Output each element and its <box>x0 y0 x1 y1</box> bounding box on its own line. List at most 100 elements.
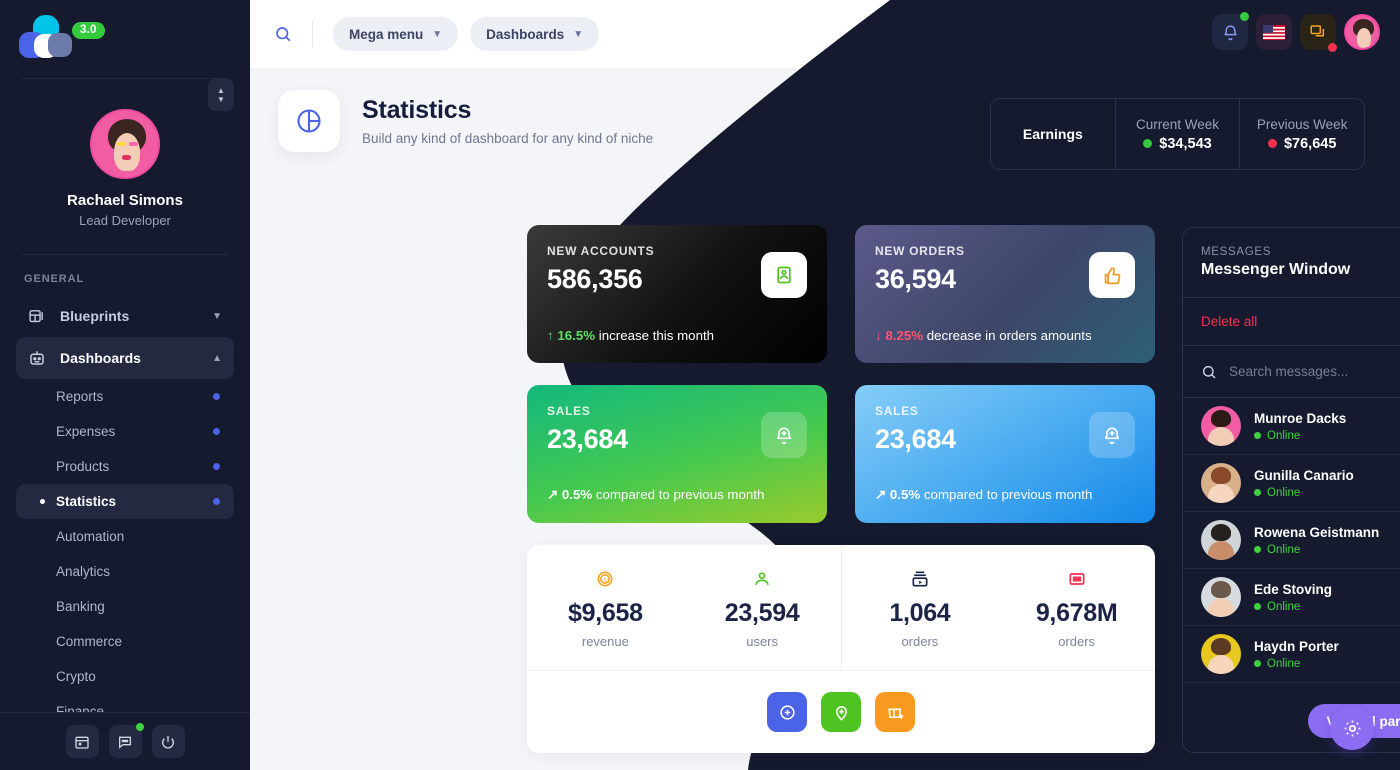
delta-arrow-up-icon: ↑ <box>547 328 554 343</box>
status-dot-icon <box>1143 139 1153 148</box>
current-week-value: $34,543 <box>1159 135 1212 152</box>
sidebar-item-reports[interactable]: Reports <box>16 379 234 414</box>
messages-icon[interactable] <box>1300 14 1337 52</box>
brand-logo[interactable]: 3.0 <box>0 0 250 74</box>
nav-group-label: GENERAL <box>24 273 85 285</box>
calculator-icon <box>1067 566 1087 592</box>
sidebar-item-automation[interactable]: Automation <box>16 519 234 554</box>
sidebar-item-crypto[interactable]: Crypto <box>16 659 234 694</box>
sidebar-item-label: Expenses <box>56 424 116 439</box>
metric-revenue: $ $9,658 revenue <box>527 545 684 670</box>
contact-status: Online <box>1267 543 1301 556</box>
metric-value: 1,064 <box>889 599 951 627</box>
sidebar-item-label: Commerce <box>56 634 123 649</box>
sidebar-item-products[interactable]: Products <box>16 449 234 484</box>
metrics-actions <box>527 671 1155 753</box>
chevron-up-icon: ▲ <box>217 86 225 95</box>
contact-status: Online <box>1267 429 1301 442</box>
earnings-previous-week: Previous Week $76,645 <box>1239 99 1364 169</box>
contact-card-icon <box>761 252 807 298</box>
page-title: Statistics <box>362 96 472 124</box>
card-delta-value: 0.5% <box>561 487 593 502</box>
logo-mark-icon <box>18 15 74 59</box>
sidebar-item-banking[interactable]: Banking <box>16 589 234 624</box>
profile-switch-button[interactable]: ▲ ▼ <box>208 79 234 111</box>
list-item[interactable]: Haydn Porter Online + ADD <box>1183 626 1400 683</box>
add-location-button[interactable] <box>821 692 861 732</box>
card-delta: ↗ 0.5% compared to previous month <box>547 487 764 503</box>
sidebar-nav: GENERAL Blueprints ▼ Dashboards ▲ Report… <box>0 255 250 712</box>
card-delta: ↑ 16.5% increase this month <box>547 328 714 343</box>
avatar <box>1201 406 1241 446</box>
flag-us-icon[interactable] <box>1256 14 1292 50</box>
messenger-search[interactable] <box>1183 346 1400 398</box>
page-content: Statistics Build any kind of dashboard f… <box>250 0 1400 770</box>
online-dot-icon <box>1254 546 1261 553</box>
sidebar-item-label: Blueprints <box>60 308 130 324</box>
card-delta-text: increase this month <box>598 328 715 343</box>
avatar <box>1201 577 1241 617</box>
metric-label: revenue <box>581 634 629 649</box>
list-item[interactable]: Rowena Geistmann Online + ADD <box>1183 512 1400 569</box>
coin-icon: $ <box>595 566 615 592</box>
sidebar-profile: ▲ ▼ Rachael Simons Lead Developer <box>0 79 250 228</box>
messenger-subbar: Delete all Emma Taylor <box>1183 298 1400 346</box>
metrics-row: $ $9,658 revenue 23,594 users 1,064 orde… <box>527 545 1155 671</box>
topbar-actions <box>1212 12 1380 52</box>
list-item[interactable]: Munroe Dacks Online + ADD <box>1183 398 1400 455</box>
metric-label: users <box>746 634 779 649</box>
bell-icon[interactable] <box>1212 12 1249 50</box>
chat-icon[interactable] <box>108 723 144 758</box>
kpi-card-new-orders[interactable]: NEW ORDERS 36,594 ↓ 8.25% decrease in or… <box>855 225 1155 363</box>
previous-week-value: $76,645 <box>1283 135 1337 152</box>
avatar <box>1201 463 1241 503</box>
online-dot-icon <box>1254 603 1261 610</box>
contact-name: Gunilla Canario <box>1254 467 1354 483</box>
metric-value: $9,658 <box>568 599 643 627</box>
kpi-card-sales-green[interactable]: SALES 23,684 ↗ 0.5% compared to previous… <box>527 385 827 523</box>
contact-name: Ede Stoving <box>1254 581 1333 597</box>
sidebar-item-dashboards[interactable]: Dashboards ▲ <box>16 337 234 379</box>
contact-status: Online <box>1267 486 1301 499</box>
online-dot-icon <box>1254 660 1261 667</box>
sidebar-item-analytics[interactable]: Analytics <box>16 554 234 589</box>
sidebar-item-commerce[interactable]: Commerce <box>16 624 234 659</box>
search-input[interactable] <box>1229 364 1400 379</box>
contact-name: Rowena Geistmann <box>1254 524 1380 540</box>
sidebar-item-statistics[interactable]: Statistics <box>16 484 234 519</box>
card-delta-value: 8.25% <box>885 328 924 343</box>
sidebar: 3.0 ▲ ▼ Rachael Simons Lead Developer GE… <box>0 0 250 770</box>
settings-gear-button[interactable] <box>1330 706 1374 750</box>
earnings-title-cell: Earnings <box>991 99 1115 169</box>
profile-role: Lead Developer <box>79 213 171 228</box>
chevron-down-icon: ▼ <box>212 310 222 322</box>
contact-name: Haydn Porter <box>1254 638 1339 654</box>
contact-status: Online <box>1267 657 1301 670</box>
online-dot-icon <box>1254 432 1261 439</box>
power-icon[interactable] <box>151 725 185 758</box>
sidebar-item-expenses[interactable]: Expenses <box>16 414 234 449</box>
sidebar-item-finance[interactable]: Finance <box>16 694 234 712</box>
list-item[interactable]: Ede Stoving Online + ADD <box>1183 569 1400 626</box>
card-delta-text: compared to previous month <box>595 487 765 502</box>
current-week-label: Current Week <box>1135 116 1220 132</box>
sidebar-item-blueprints[interactable]: Blueprints ▼ <box>16 295 234 337</box>
calendar-icon[interactable] <box>65 725 99 758</box>
avatar[interactable] <box>90 109 160 179</box>
sidebar-item-label: Products <box>56 459 110 474</box>
contact-name: Munroe Dacks <box>1254 410 1347 426</box>
chevron-up-icon: ▲ <box>212 352 222 364</box>
add-store-button[interactable] <box>875 692 915 732</box>
metric-value: 9,678M <box>1035 599 1118 627</box>
kpi-card-sales-blue[interactable]: SALES 23,684 ↗ 0.5% compared to previous… <box>855 385 1155 523</box>
list-item[interactable]: Gunilla Canario Online + ADD <box>1183 455 1400 512</box>
user-avatar[interactable] <box>1344 14 1380 50</box>
delete-all-button[interactable]: Delete all <box>1201 314 1257 329</box>
avatar <box>1201 520 1241 560</box>
layout-icon <box>28 308 50 325</box>
metric-label: orders <box>901 634 939 649</box>
earnings-current-week: Current Week $34,543 <box>1114 99 1240 169</box>
thumbs-up-icon <box>1089 252 1135 298</box>
add-circle-button[interactable] <box>767 692 807 732</box>
kpi-card-new-accounts[interactable]: NEW ACCOUNTS 586,356 ↑ 16.5% increase th… <box>527 225 827 363</box>
